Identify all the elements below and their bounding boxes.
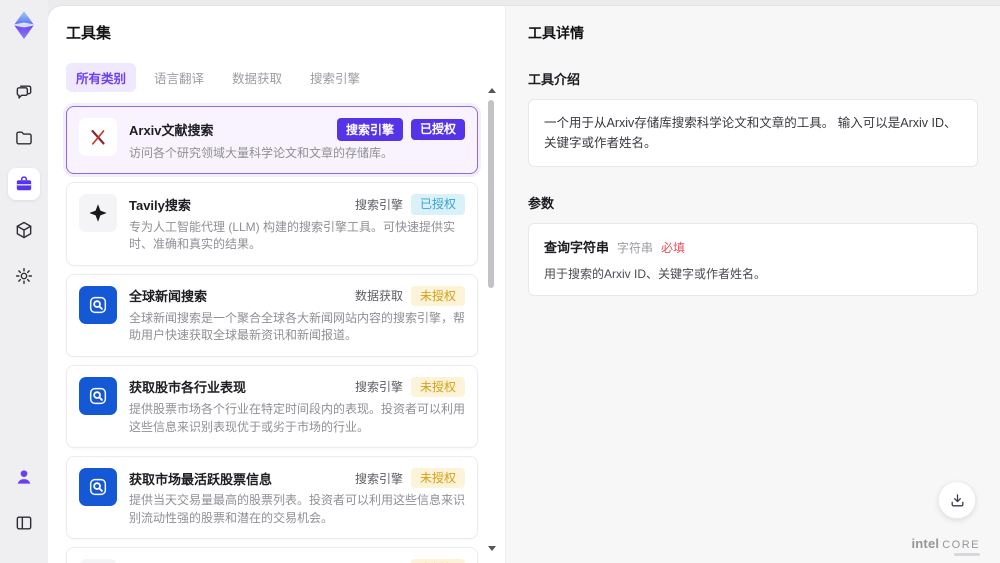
detail-panel-title: 工具详情 — [528, 25, 584, 41]
tool-description: 访问各个研究领域大量科学论文和文章的存储库。 — [129, 146, 394, 160]
category-tab-all[interactable]: 所有类别 — [66, 63, 137, 92]
newspaper-icon — [79, 559, 117, 563]
tool-card[interactable]: 获取股市各行业表现 搜索引擎 未授权提供股票市场各个行业在特定时间段内的表现。投资者… — [66, 364, 478, 448]
brand-name: intel — [911, 536, 940, 551]
scrollbar-thumb[interactable] — [488, 100, 494, 288]
param-type: 字符串 — [617, 241, 654, 255]
main-panel: 工具集 所有类别 语言翻译 数据获取 搜索引擎 Arxiv文献搜索 搜索引擎 已授权 访问各… — [48, 6, 1000, 563]
brand-underline — [954, 553, 980, 556]
tool-status-badge: 未授权 — [410, 285, 465, 306]
tool-description: 提供当天交易量最高的股票列表。投资者可以利用这些信息来识别流动性强的股票和潜在的… — [129, 493, 466, 525]
tool-status-badge: 未授权 — [410, 376, 465, 398]
tool-title: 获取市场最活跃股票信息 — [129, 471, 273, 487]
sidebar-nav — [8, 76, 40, 306]
intro-box: 一个用于从Arxiv存储库搜索科学论文和文章的工具。 输入可以是Arxiv ID… — [528, 99, 978, 167]
search-blue-icon — [79, 376, 117, 415]
tool-title: 获取股市各行业表现 — [129, 380, 247, 396]
tools-list: Arxiv文献搜索 搜索引擎 已授权 访问各个研究领域大量科学论文和文章的存储库。 Ta… — [66, 106, 478, 563]
app-sidebar — [0, 0, 48, 563]
tool-status-badge: 未授权 — [410, 559, 465, 563]
arxiv-icon — [79, 118, 117, 156]
category-tab-data[interactable]: 数据获取 — [222, 63, 292, 92]
search-blue-icon — [79, 285, 117, 324]
tool-description: 全球新闻搜索是一个聚合全球各大新闻网站内容的搜索引擎，帮助用户快速获取全球最新资… — [129, 310, 466, 343]
search-blue-icon — [79, 467, 117, 506]
download-icon — [949, 492, 966, 509]
sidebar-item-folder[interactable] — [8, 122, 40, 154]
sidebar-bottom-nav — [8, 461, 40, 553]
sidebar-item-panel[interactable] — [8, 507, 40, 539]
download-button[interactable] — [938, 481, 976, 519]
sidebar-item-gear[interactable] — [8, 260, 40, 292]
tool-category-badge: 搜索引擎 — [354, 198, 403, 213]
tool-card[interactable]: 全球新闻搜索 数据获取 未授权全球新闻搜索是一个聚合全球各大新闻网站内容的搜索引擎，… — [66, 273, 478, 357]
param-description: 用于搜索的Arxiv ID、关键字或作者姓名。 — [544, 267, 767, 281]
folder-icon — [14, 128, 34, 148]
sidebar-item-user[interactable] — [8, 461, 40, 493]
tool-card[interactable]: Arxiv文献搜索 搜索引擎 已授权访问各个研究领域大量科学论文和文章的存储库。 — [66, 106, 478, 175]
intel-core-logo: intel CORE — [911, 536, 980, 551]
gear-icon — [14, 266, 34, 286]
scroll-up-arrow-icon[interactable] — [488, 88, 496, 93]
brand-product: CORE — [942, 539, 980, 551]
param-required-badge: 必填 — [661, 241, 686, 255]
tool-card[interactable]: Tavily搜索 搜索引擎 已授权专为人工智能代理 (LLM) 构建的搜索引擎工具。… — [66, 182, 478, 266]
tool-category-badge: 搜索引擎 — [336, 118, 403, 141]
list-scrollbar[interactable] — [486, 88, 496, 551]
tool-intro-text: 一个用于从Arxiv存储库搜索科学论文和文章的工具。 输入可以是Arxiv ID… — [544, 116, 957, 150]
params-section-heading: 参数 — [528, 196, 555, 211]
sidebar-item-briefcase[interactable] — [8, 168, 40, 200]
param-name: 查询字符串 — [544, 240, 610, 255]
tool-card[interactable]: 万维地区新闻查询搜索引擎未授权查询具体行政区划内的新闻，快速了解各地新闻动态 — [66, 547, 478, 563]
tool-status-badge: 未授权 — [410, 467, 465, 489]
tavily-icon — [79, 194, 117, 233]
tool-title: 全球新闻搜索 — [129, 289, 208, 305]
tool-category-badge: 数据获取 — [354, 289, 403, 304]
panel-icon — [14, 513, 34, 533]
tool-description: 提供股票市场各个行业在特定时间段内的表现。投资者可以利用这些信息来识别表现优于或… — [129, 402, 466, 434]
category-tab-search[interactable]: 搜索引擎 — [300, 63, 370, 92]
category-tabs: 所有类别 语言翻译 数据获取 搜索引擎 — [66, 63, 505, 92]
app-logo gem-logo — [7, 8, 41, 42]
briefcase-icon — [14, 174, 34, 194]
chat-icon — [14, 82, 34, 102]
tools-list-panel: 工具集 所有类别 语言翻译 数据获取 搜索引擎 Arxiv文献搜索 搜索引擎 已授权 访问各… — [48, 6, 505, 563]
tool-title: Arxiv文献搜索 — [129, 123, 214, 138]
tool-status-badge: 已授权 — [410, 119, 465, 140]
tool-detail-panel: 工具详情 工具介绍 一个用于从Arxiv存储库搜索科学论文和文章的工具。 输入可… — [505, 6, 1000, 563]
tool-card[interactable]: 获取市场最活跃股票信息 搜索引擎 未授权提供当天交易量最高的股票列表。投资者可以利用… — [66, 455, 478, 540]
param-box: 查询字符串 字符串 必填 用于搜索的Arxiv ID、关键字或作者姓名。 — [528, 223, 978, 296]
tool-category-badge: 搜索引擎 — [354, 471, 403, 486]
tool-description: 专为人工智能代理 (LLM) 构建的搜索引擎工具。可快速提供实时、准确和真实的结… — [129, 219, 456, 252]
intro-section-heading: 工具介绍 — [528, 72, 581, 87]
tool-title: Tavily搜索 — [129, 198, 191, 214]
sidebar-item-chat[interactable] — [8, 76, 40, 108]
tool-status-badge: 已授权 — [410, 194, 465, 215]
user-icon — [14, 467, 34, 487]
sidebar-item-cube[interactable] — [8, 214, 40, 246]
category-tab-translate[interactable]: 语言翻译 — [144, 63, 214, 92]
tool-category-badge: 搜索引擎 — [354, 380, 403, 395]
scroll-down-arrow-icon[interactable] — [488, 546, 496, 551]
page-title: 工具集 — [66, 25, 112, 42]
cube-icon — [14, 220, 34, 240]
